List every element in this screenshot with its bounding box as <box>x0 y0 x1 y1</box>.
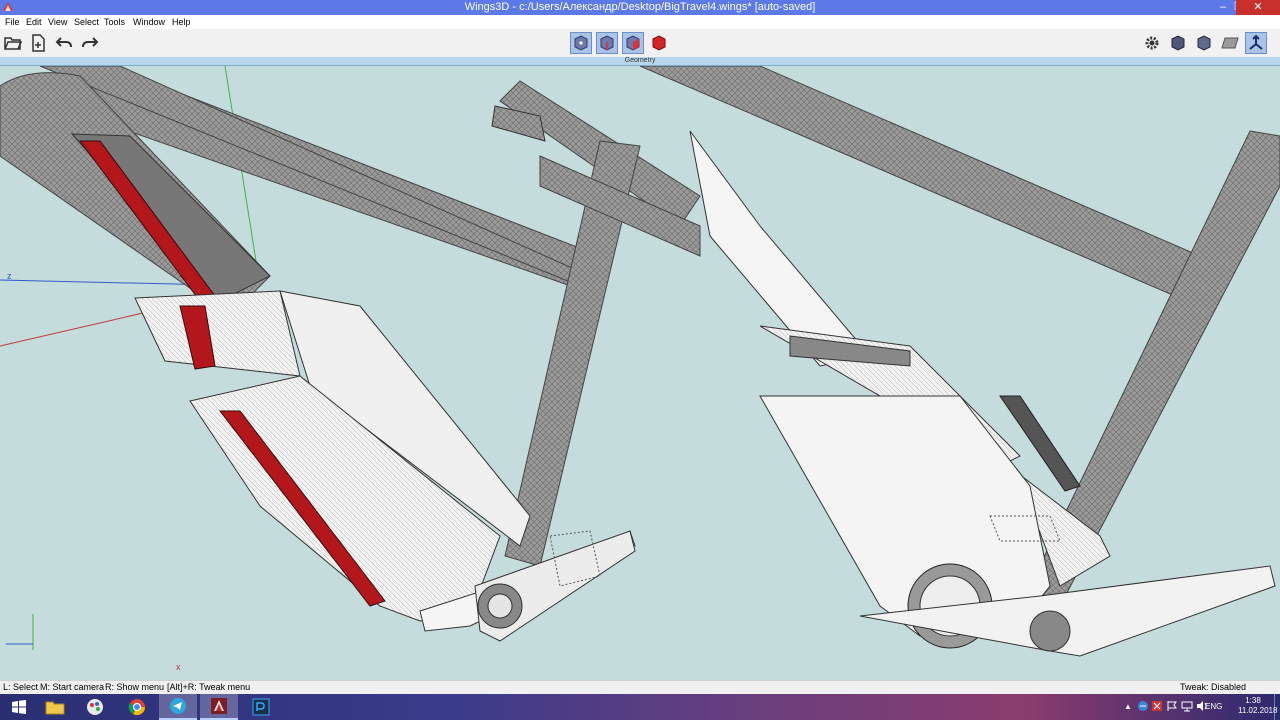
hint-left-select: L: Select <box>3 682 39 692</box>
chrome-icon[interactable] <box>118 694 156 720</box>
tweak-status: Tweak: Disabled <box>1180 682 1247 692</box>
language-indicator[interactable]: ENG <box>1205 702 1222 712</box>
tray-security-icon[interactable] <box>1151 700 1163 715</box>
paint-app-icon[interactable] <box>76 694 114 720</box>
clock-time: 1:38 <box>1245 696 1261 705</box>
hint-right-menu: R: Show menu <box>105 682 165 692</box>
face-mode-icon[interactable] <box>622 32 644 54</box>
menu-file[interactable]: File <box>2 16 23 28</box>
wings3d-icon[interactable] <box>200 694 238 720</box>
clock[interactable]: 1:38 11.02.2018 <box>1238 696 1278 716</box>
menu-view[interactable]: View <box>45 16 70 28</box>
menu-tools[interactable]: Tools <box>101 16 128 28</box>
telegram-icon[interactable] <box>159 694 197 720</box>
show-desktop-button[interactable] <box>1274 694 1280 720</box>
x-axis-label: x <box>176 662 181 672</box>
menu-window[interactable]: Window <box>130 16 168 28</box>
toolbar <box>0 29 1280 58</box>
file-explorer-icon[interactable] <box>36 694 74 720</box>
tray-expand-icon[interactable]: ▲ <box>1124 702 1132 712</box>
flag-icon[interactable] <box>1166 700 1178 715</box>
start-icon[interactable] <box>0 694 38 720</box>
3d-viewport[interactable]: z x <box>0 66 1280 680</box>
clock-date: 11.02.2018 <box>1238 706 1278 715</box>
close-button[interactable]: ✕ <box>1236 0 1280 15</box>
geometry-label: Geometry <box>624 57 656 64</box>
ground-plane-icon[interactable] <box>1219 32 1241 54</box>
object-mode-icon[interactable] <box>648 32 670 54</box>
perspective-icon[interactable] <box>1245 32 1267 54</box>
status-bar: L: Select M: Start camera R: Show menu [… <box>0 680 1280 694</box>
network-icon[interactable] <box>1181 700 1193 715</box>
undo-icon[interactable] <box>53 32 75 54</box>
photoshop-icon[interactable] <box>242 694 280 720</box>
window-title: Wings3D - c:/Users/Александр/Desktop/Big… <box>464 1 816 13</box>
geometry-window-header[interactable]: Geometry <box>0 57 1280 66</box>
import-icon[interactable] <box>27 32 49 54</box>
menu-select[interactable]: Select <box>71 16 102 28</box>
edge-mode-icon[interactable] <box>596 32 618 54</box>
tray-app-icon[interactable] <box>1137 700 1149 715</box>
smooth-cube-icon[interactable] <box>1193 32 1215 54</box>
settings-icon[interactable] <box>1141 32 1163 54</box>
z-axis-label: z <box>7 271 12 281</box>
title-bar: Wings3D - c:/Users/Александр/Desktop/Big… <box>0 0 1280 15</box>
taskbar: ▲ ENG 1:38 11.02.2018 <box>0 694 1280 720</box>
open-icon[interactable] <box>2 32 24 54</box>
menu-bar: File Edit View Select Tools Window Help <box>0 15 1280 29</box>
redo-icon[interactable] <box>79 32 101 54</box>
vertex-mode-icon[interactable] <box>570 32 592 54</box>
hint-tweak-menu: [Alt]+R: Tweak menu <box>167 682 251 692</box>
bike-frame-model <box>0 66 1280 657</box>
hint-middle-camera: M: Start camera <box>40 682 105 692</box>
workmode-cube-icon[interactable] <box>1167 32 1189 54</box>
menu-help[interactable]: Help <box>169 16 194 28</box>
menu-edit[interactable]: Edit <box>23 16 45 28</box>
